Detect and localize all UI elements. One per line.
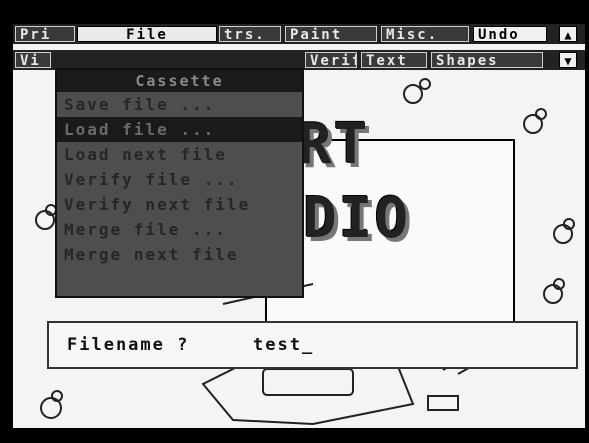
file-dropdown-menu: Cassette Save file ... Load file ... Loa…	[55, 68, 304, 298]
menu-item-merge-next-file[interactable]: Merge next file	[57, 242, 302, 267]
menu-item-verify-next-file[interactable]: Verify next file	[57, 192, 302, 217]
filename-input[interactable]: test_	[253, 335, 314, 355]
menu-item-load-next-file[interactable]: Load next file	[57, 142, 302, 167]
menu-item-save-file[interactable]: Save file ...	[57, 92, 302, 117]
dropdown-title-cassette: Cassette	[57, 70, 302, 92]
menu-item-merge-file[interactable]: Merge file ...	[57, 217, 302, 242]
menu-item-verify-file[interactable]: Verify file ...	[57, 167, 302, 192]
menu-item-load-file[interactable]: Load file ...	[57, 117, 302, 142]
filename-prompt-box: Filename ? test_	[47, 321, 578, 369]
screen: Pri File trs. Paint Misc. Undo ▲ Vi Veri…	[13, 24, 585, 428]
filename-prompt-label: Filename ?	[67, 335, 190, 355]
